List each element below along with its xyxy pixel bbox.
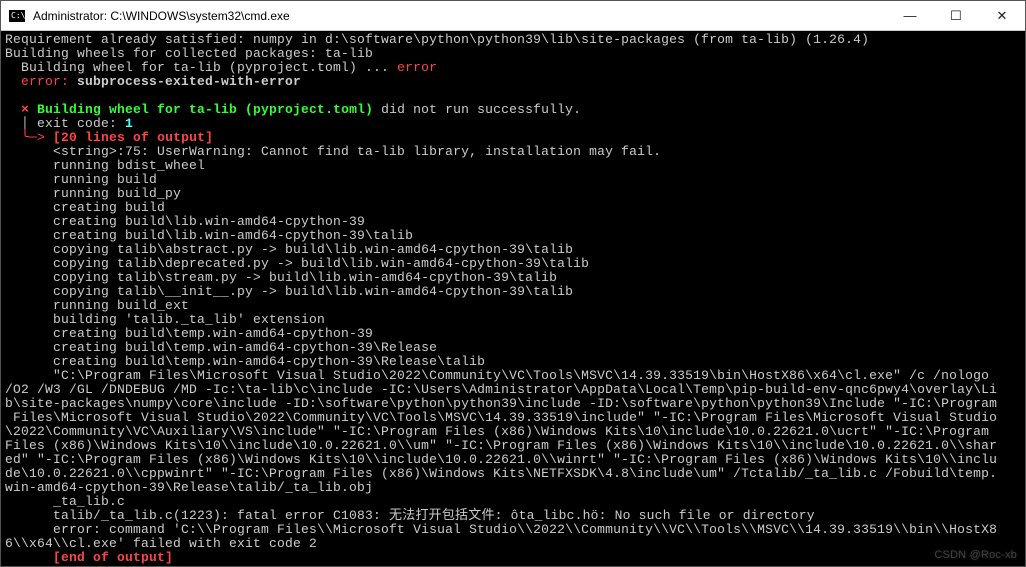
- out-line: copying talib\stream.py -> build\lib.win…: [5, 270, 557, 285]
- build-step: Building wheel for ta-lib (pyproject.tom…: [29, 102, 373, 117]
- out-line: running build: [5, 172, 157, 187]
- error-msg: subprocess-exited-with-error: [69, 74, 301, 89]
- out-line: "C:\Program Files\Microsoft Visual Studi…: [5, 368, 997, 495]
- out-line: <string>:75: UserWarning: Cannot find ta…: [5, 144, 661, 159]
- out-line: building 'talib._ta_lib' extension: [5, 312, 325, 327]
- cmd-window: Administrator: C:\WINDOWS\system32\cmd.e…: [0, 0, 1026, 567]
- watermark: CSDN @Roc-xb: [934, 548, 1017, 562]
- terminal-output[interactable]: Requirement already satisfied: numpy in …: [1, 31, 1025, 566]
- x-icon: ×: [5, 102, 29, 117]
- out-line: copying talib\__init__.py -> build\lib.w…: [5, 284, 573, 299]
- output-header: [20 lines of output]: [53, 130, 213, 145]
- out-line: creating build\lib.win-amd64-cpython-39: [5, 214, 365, 229]
- out-line: running build_py: [5, 186, 181, 201]
- out-line: creating build\lib.win-amd64-cpython-39\…: [5, 228, 413, 243]
- exit-code: 1: [125, 116, 133, 131]
- out-line: running bdist_wheel: [5, 158, 205, 173]
- out-line: │ exit code:: [5, 116, 125, 131]
- error-word: error: [397, 60, 437, 75]
- arrow-icon: ╰─>: [5, 130, 53, 145]
- out-line: creating build\temp.win-amd64-cpython-39: [5, 326, 373, 341]
- end-output: [end of output]: [5, 550, 173, 565]
- out-line: creating build: [5, 200, 165, 215]
- out-line: did not run successfully.: [373, 102, 581, 117]
- out-line: running build_ext: [5, 298, 189, 313]
- close-button[interactable]: ✕: [979, 1, 1025, 30]
- out-line: _ta_lib.c: [5, 494, 125, 509]
- out-line: creating build\temp.win-amd64-cpython-39…: [5, 354, 485, 369]
- window-title: Administrator: C:\WINDOWS\system32\cmd.e…: [31, 9, 887, 23]
- out-line: creating build\temp.win-amd64-cpython-39…: [5, 340, 437, 355]
- maximize-button[interactable]: ☐: [933, 1, 979, 30]
- out-line: Building wheels for collected packages: …: [5, 46, 373, 61]
- out-line: copying talib\abstract.py -> build\lib.w…: [5, 242, 573, 257]
- out-line: error: command 'C:\\Program Files\\Micro…: [5, 522, 997, 551]
- titlebar[interactable]: Administrator: C:\WINDOWS\system32\cmd.e…: [1, 1, 1025, 31]
- cmd-icon: [9, 10, 25, 22]
- out-line: Building wheel for ta-lib (pyproject.tom…: [5, 60, 397, 75]
- out-line: talib/_ta_lib.c(1223): fatal error C1083…: [5, 508, 815, 523]
- error-label: error:: [5, 74, 69, 89]
- out-line: Requirement already satisfied: numpy in …: [5, 32, 869, 47]
- window-controls: — ☐ ✕: [887, 1, 1025, 30]
- minimize-button[interactable]: —: [887, 1, 933, 30]
- out-line: copying talib\deprecated.py -> build\lib…: [5, 256, 589, 271]
